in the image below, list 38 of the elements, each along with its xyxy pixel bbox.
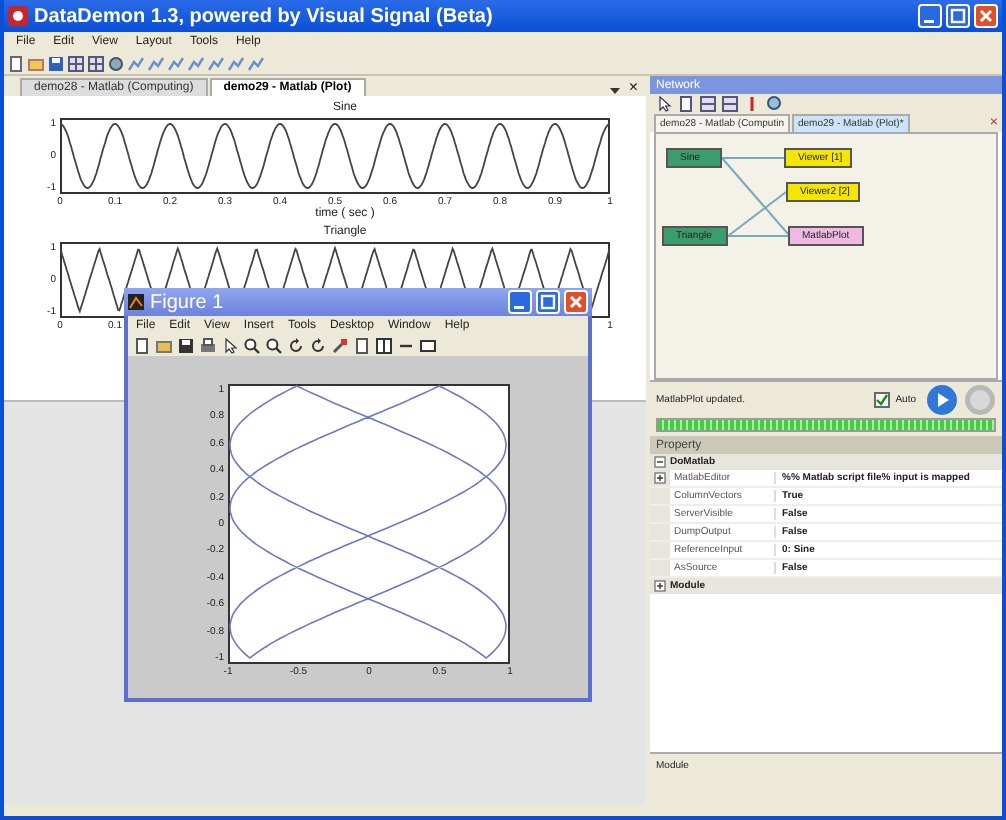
play-button[interactable] — [926, 384, 958, 416]
window-title: DataDemon 1.3, powered by Visual Signal (Beta) — [34, 5, 493, 27]
page-icon[interactable] — [354, 338, 370, 354]
magnifier-icon[interactable] — [244, 338, 260, 354]
auto-checkbox[interactable] — [873, 392, 890, 408]
maximize-icon — [950, 8, 966, 24]
page-icon[interactable] — [8, 55, 24, 71]
maximize-button[interactable] — [946, 4, 970, 28]
folder-icon[interactable] — [28, 55, 44, 71]
maximize-button[interactable] — [536, 290, 560, 314]
collapse-icon[interactable] — [654, 456, 666, 468]
minimize-button[interactable] — [918, 4, 942, 28]
app-icon — [8, 6, 28, 26]
printer-icon[interactable] — [200, 338, 216, 354]
expand-icon[interactable] — [654, 472, 666, 484]
page-icon[interactable] — [678, 96, 694, 112]
table-icon[interactable] — [88, 55, 104, 71]
close-button[interactable] — [564, 290, 588, 314]
brush-icon[interactable] — [332, 338, 348, 354]
cursor-icon[interactable] — [656, 96, 672, 112]
table-icon[interactable] — [700, 96, 716, 112]
magnifier-icon[interactable] — [266, 338, 282, 354]
close-icon — [978, 8, 994, 24]
window-title: Figure 1 — [150, 291, 224, 313]
minimize-button[interactable] — [508, 290, 532, 314]
cursor-icon[interactable] — [222, 338, 238, 354]
folder-icon[interactable] — [156, 338, 172, 354]
table-icon[interactable] — [376, 338, 392, 354]
expand-icon[interactable] — [654, 580, 666, 592]
page-icon[interactable] — [134, 338, 150, 354]
maximize-icon — [540, 294, 556, 310]
close-button[interactable] — [974, 4, 998, 28]
rect-icon[interactable] — [420, 338, 436, 354]
close-icon — [568, 294, 584, 310]
table-icon[interactable] — [722, 96, 738, 112]
table-icon[interactable] — [68, 55, 84, 71]
close-tab-button[interactable]: × — [628, 78, 638, 96]
app-icon — [128, 294, 144, 310]
